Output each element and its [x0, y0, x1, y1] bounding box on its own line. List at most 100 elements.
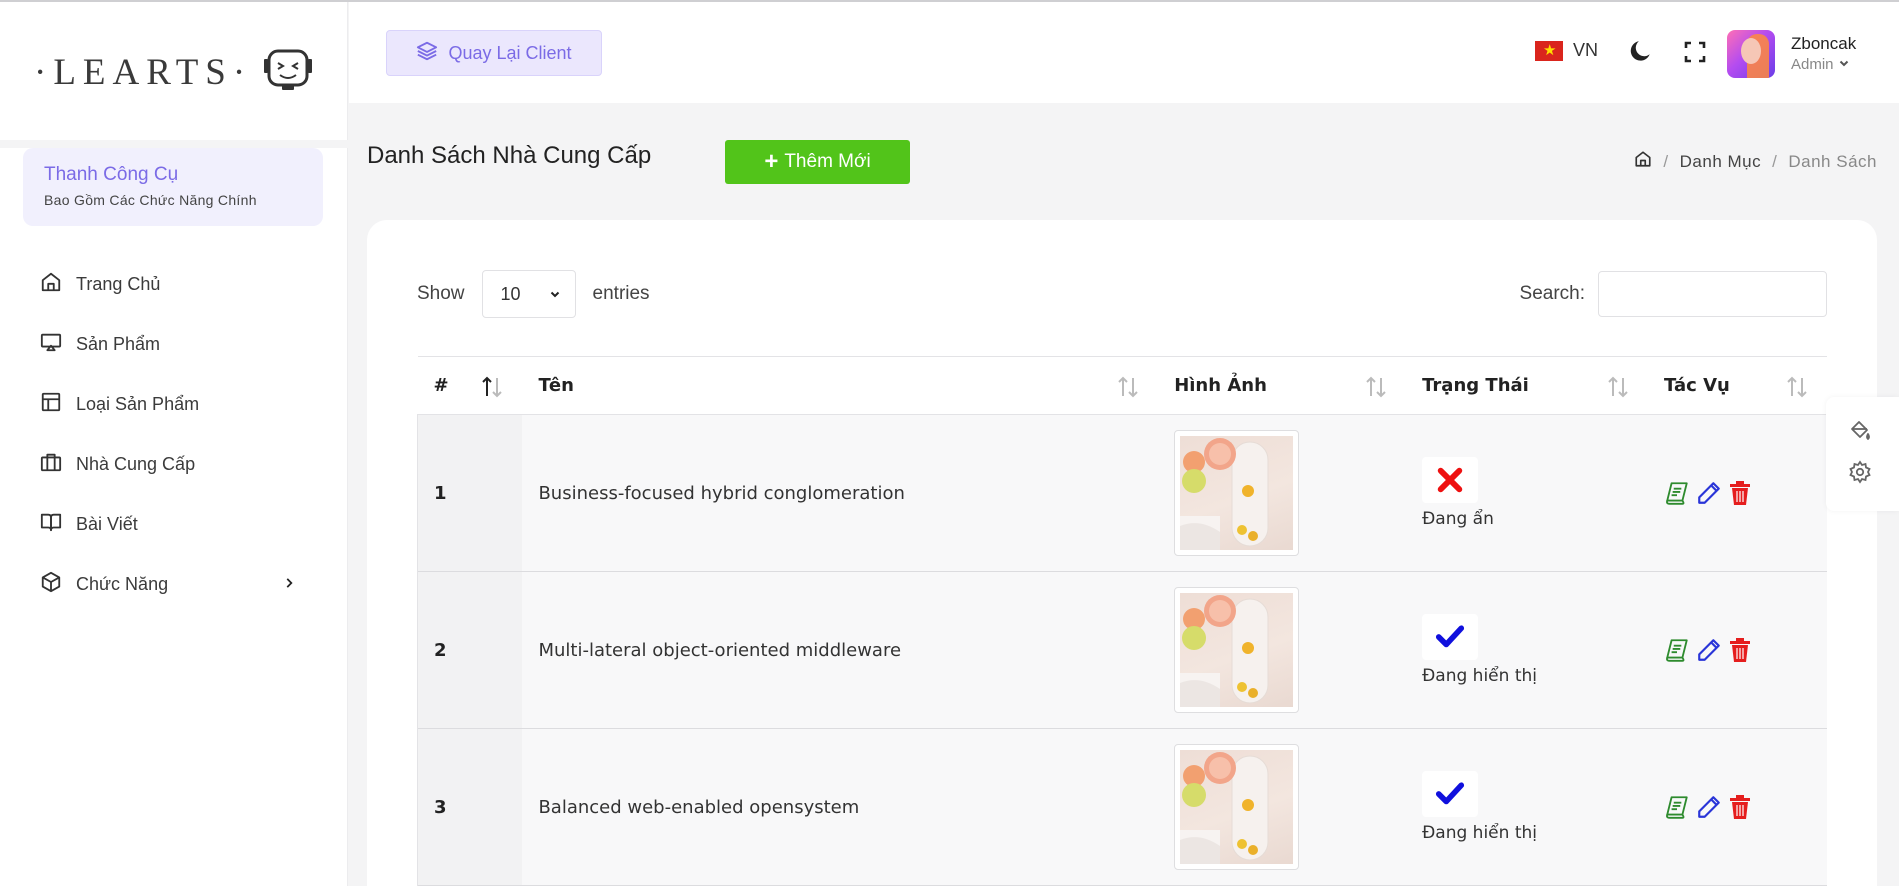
chevron-down-icon	[549, 284, 561, 305]
show-label: Show	[417, 283, 465, 304]
edit-pencil-icon[interactable]	[1696, 794, 1722, 820]
layers-icon	[416, 40, 448, 67]
x-icon[interactable]	[1422, 457, 1479, 503]
logo-divider	[0, 140, 348, 148]
home-icon[interactable]	[1634, 150, 1652, 173]
table-row: 2 Multi-lateral object-oriented middlewa…	[417, 571, 1827, 729]
row-actions	[1664, 637, 1827, 663]
status-text: Đang ẩn	[1422, 509, 1494, 529]
language-switcher[interactable]: ★ VN	[1535, 40, 1598, 61]
fruit-plate-photo	[1180, 593, 1294, 707]
view-detail-icon[interactable]	[1664, 794, 1690, 820]
breadcrumb-separator: /	[1772, 151, 1778, 171]
row-number: 2	[417, 571, 523, 729]
sort-icon	[1116, 376, 1140, 403]
back-to-client-label: Quay Lại Client	[448, 42, 572, 63]
row-image-cell	[1158, 572, 1406, 729]
row-status-cell: Đang hiển thị	[1406, 572, 1648, 729]
dark-mode-moon-icon[interactable]	[1628, 38, 1654, 69]
back-to-client-button[interactable]: Quay Lại Client	[386, 30, 602, 76]
edit-pencil-icon[interactable]	[1696, 637, 1722, 663]
column-header-label: Trạng Thái	[1422, 375, 1529, 396]
column-header-number[interactable]: #	[418, 357, 523, 415]
paint-bucket-icon[interactable]	[1848, 419, 1872, 443]
breadcrumb: / Danh Mục / Danh Sách	[1634, 150, 1877, 173]
check-icon[interactable]	[1422, 771, 1479, 817]
check-icon[interactable]	[1422, 614, 1479, 660]
search-label: Search:	[1519, 283, 1585, 304]
status-text: Đang hiển thị	[1422, 666, 1537, 686]
layout-icon	[40, 391, 76, 418]
row-number: 1	[417, 414, 523, 572]
table-row: 3 Balanced web-enabled opensystem Đang h…	[417, 728, 1827, 886]
row-actions-cell	[1648, 572, 1827, 729]
status-text: Đang hiển thị	[1422, 823, 1537, 843]
top-border	[0, 0, 1899, 2]
add-new-label: Thêm Mới	[784, 151, 871, 172]
sidebar-item-chuc-nang[interactable]: Chức Năng	[40, 554, 310, 614]
brand-logo[interactable]: ·LEARTS·	[34, 46, 316, 98]
user-name[interactable]: Zboncak	[1791, 34, 1856, 54]
sort-icon	[1364, 376, 1388, 403]
row-actions-cell	[1648, 415, 1827, 572]
column-header-image[interactable]: Hình Ảnh	[1158, 357, 1406, 415]
breadcrumb-item-danh-muc[interactable]: Danh Mục	[1680, 152, 1761, 172]
column-header-status[interactable]: Trạng Thái	[1406, 357, 1648, 415]
column-header-label: Tên	[538, 375, 574, 396]
row-status-cell: Đang hiển thị	[1406, 729, 1648, 886]
view-detail-icon[interactable]	[1664, 480, 1690, 506]
row-name: Multi-lateral object-oriented middleware	[538, 639, 902, 661]
fullscreen-icon[interactable]	[1683, 40, 1707, 69]
supplier-image	[1174, 430, 1300, 556]
delete-trash-icon[interactable]	[1728, 637, 1752, 663]
column-header-actions[interactable]: Tác Vụ	[1648, 357, 1827, 415]
home-icon	[40, 271, 76, 298]
edit-pencil-icon[interactable]	[1696, 480, 1722, 506]
settings-gear-icon[interactable]	[1848, 460, 1872, 484]
monitor-icon	[40, 331, 76, 358]
row-actions-cell	[1648, 729, 1827, 886]
avatar[interactable]	[1727, 30, 1775, 78]
view-detail-icon[interactable]	[1664, 637, 1690, 663]
entries-label: entries	[592, 283, 650, 304]
column-header-label: #	[433, 375, 449, 396]
sidebar-item-label: Nhà Cung Cấp	[76, 453, 196, 474]
table-search: Search:	[1520, 271, 1827, 317]
sidebar-item-label: Trang Chủ	[76, 273, 161, 294]
entries-select-value: 10	[500, 283, 521, 304]
delete-trash-icon[interactable]	[1728, 794, 1752, 820]
delete-trash-icon[interactable]	[1728, 480, 1752, 506]
entries-select[interactable]: 10	[481, 270, 576, 318]
sidebar-item-bai-viet[interactable]: Bài Viết	[40, 494, 310, 554]
sidebar-item-san-pham[interactable]: Sản Phẩm	[40, 314, 310, 374]
plus-icon: +	[764, 148, 779, 175]
sidebar-nav: Trang Chủ Sản Phẩm Loại Sản Phẩm Nhà Cun…	[40, 254, 310, 614]
user-role-dropdown[interactable]: Admin	[1791, 56, 1850, 73]
fruit-plate-photo	[1180, 750, 1294, 864]
row-actions	[1664, 794, 1827, 820]
chevron-down-icon	[1834, 56, 1850, 73]
book-icon	[40, 511, 76, 538]
language-label: VN	[1573, 40, 1599, 60]
table-header-row: # Tên Hình Ảnh Trạng Thái Tác Vụ	[417, 356, 1827, 415]
add-new-button[interactable]: + Thêm Mới	[725, 140, 910, 184]
column-header-name[interactable]: Tên	[522, 357, 1158, 415]
row-name: Balanced web-enabled opensystem	[538, 796, 860, 818]
supplier-image	[1174, 587, 1300, 713]
sidebar-item-trang-chu[interactable]: Trang Chủ	[40, 254, 310, 314]
sidebar-item-label: Chức Năng	[76, 573, 169, 594]
search-input[interactable]	[1598, 271, 1827, 317]
top-header: Quay Lại Client ★ VN Zboncak Admin	[349, 2, 1899, 103]
sidebar-item-nha-cung-cap[interactable]: Nhà Cung Cấp	[40, 434, 310, 494]
avatar-face	[1741, 38, 1761, 64]
sidebar-item-label: Loại Sản Phẩm	[76, 393, 200, 414]
vietnam-flag-icon: ★	[1535, 40, 1563, 61]
fruit-plate-photo	[1180, 436, 1294, 550]
row-name: Business-focused hybrid conglomeration	[538, 482, 905, 504]
breadcrumb-item-current: Danh Sách	[1788, 151, 1877, 171]
sidebar-item-loai-san-pham[interactable]: Loại Sản Phẩm	[40, 374, 310, 434]
column-header-label: Tác Vụ	[1664, 375, 1730, 396]
briefcase-icon	[40, 451, 76, 478]
toolbox-subtitle: Bao Gồm Các Chức Năng Chính	[44, 192, 257, 208]
entries-length-control: Show 10 entries	[417, 270, 650, 318]
